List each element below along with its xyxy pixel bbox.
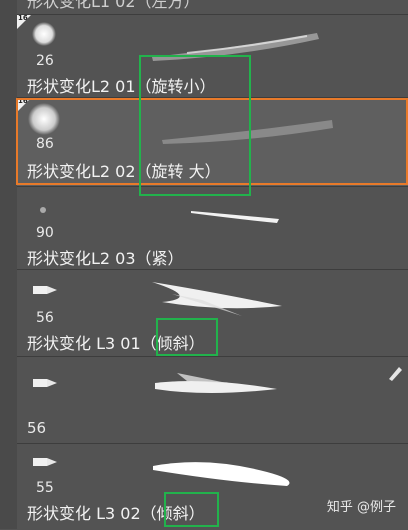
brush-preset-row[interactable]: 形状变化L1 02（左方） [17, 0, 408, 11]
brush-edit-icon[interactable] [385, 363, 405, 383]
badge-label: 16 [18, 14, 28, 22]
annotation-box [139, 55, 251, 196]
brush-tip-icon [33, 379, 57, 387]
brush-stroke-preview [152, 282, 282, 316]
brush-size: 90 [36, 225, 54, 241]
annotation-box [156, 318, 218, 356]
brush-stroke-preview [191, 211, 279, 223]
annotation-box [164, 492, 219, 527]
brush-stroke-preview [155, 373, 277, 393]
brush-tip-icon [33, 458, 57, 466]
brush-size: 26 [36, 53, 54, 69]
brush-stroke-preview [153, 462, 290, 486]
brush-presets-panel: 形状变化L1 02（左方） 16 26 形状变化L2 01（旋转小） 16 86… [0, 0, 408, 530]
brush-size: 56 [36, 310, 54, 326]
watermark: 知乎 @例子 [326, 500, 396, 515]
soft-round-tip-icon [32, 22, 56, 46]
brush-preset-row[interactable]: 56 [17, 356, 408, 443]
brush-name: 形状变化L2 03（紧） [27, 249, 184, 268]
brush-name: 形状变化L1 02（左方） [27, 0, 200, 11]
brush-preset-row[interactable]: 90 形状变化L2 03（紧） [17, 186, 408, 269]
brush-size: 56 [27, 419, 47, 437]
brush-size: 55 [36, 480, 54, 496]
panel-gutter [0, 0, 17, 529]
tiny-tip-icon [40, 207, 46, 213]
brush-tip-icon [33, 286, 57, 294]
